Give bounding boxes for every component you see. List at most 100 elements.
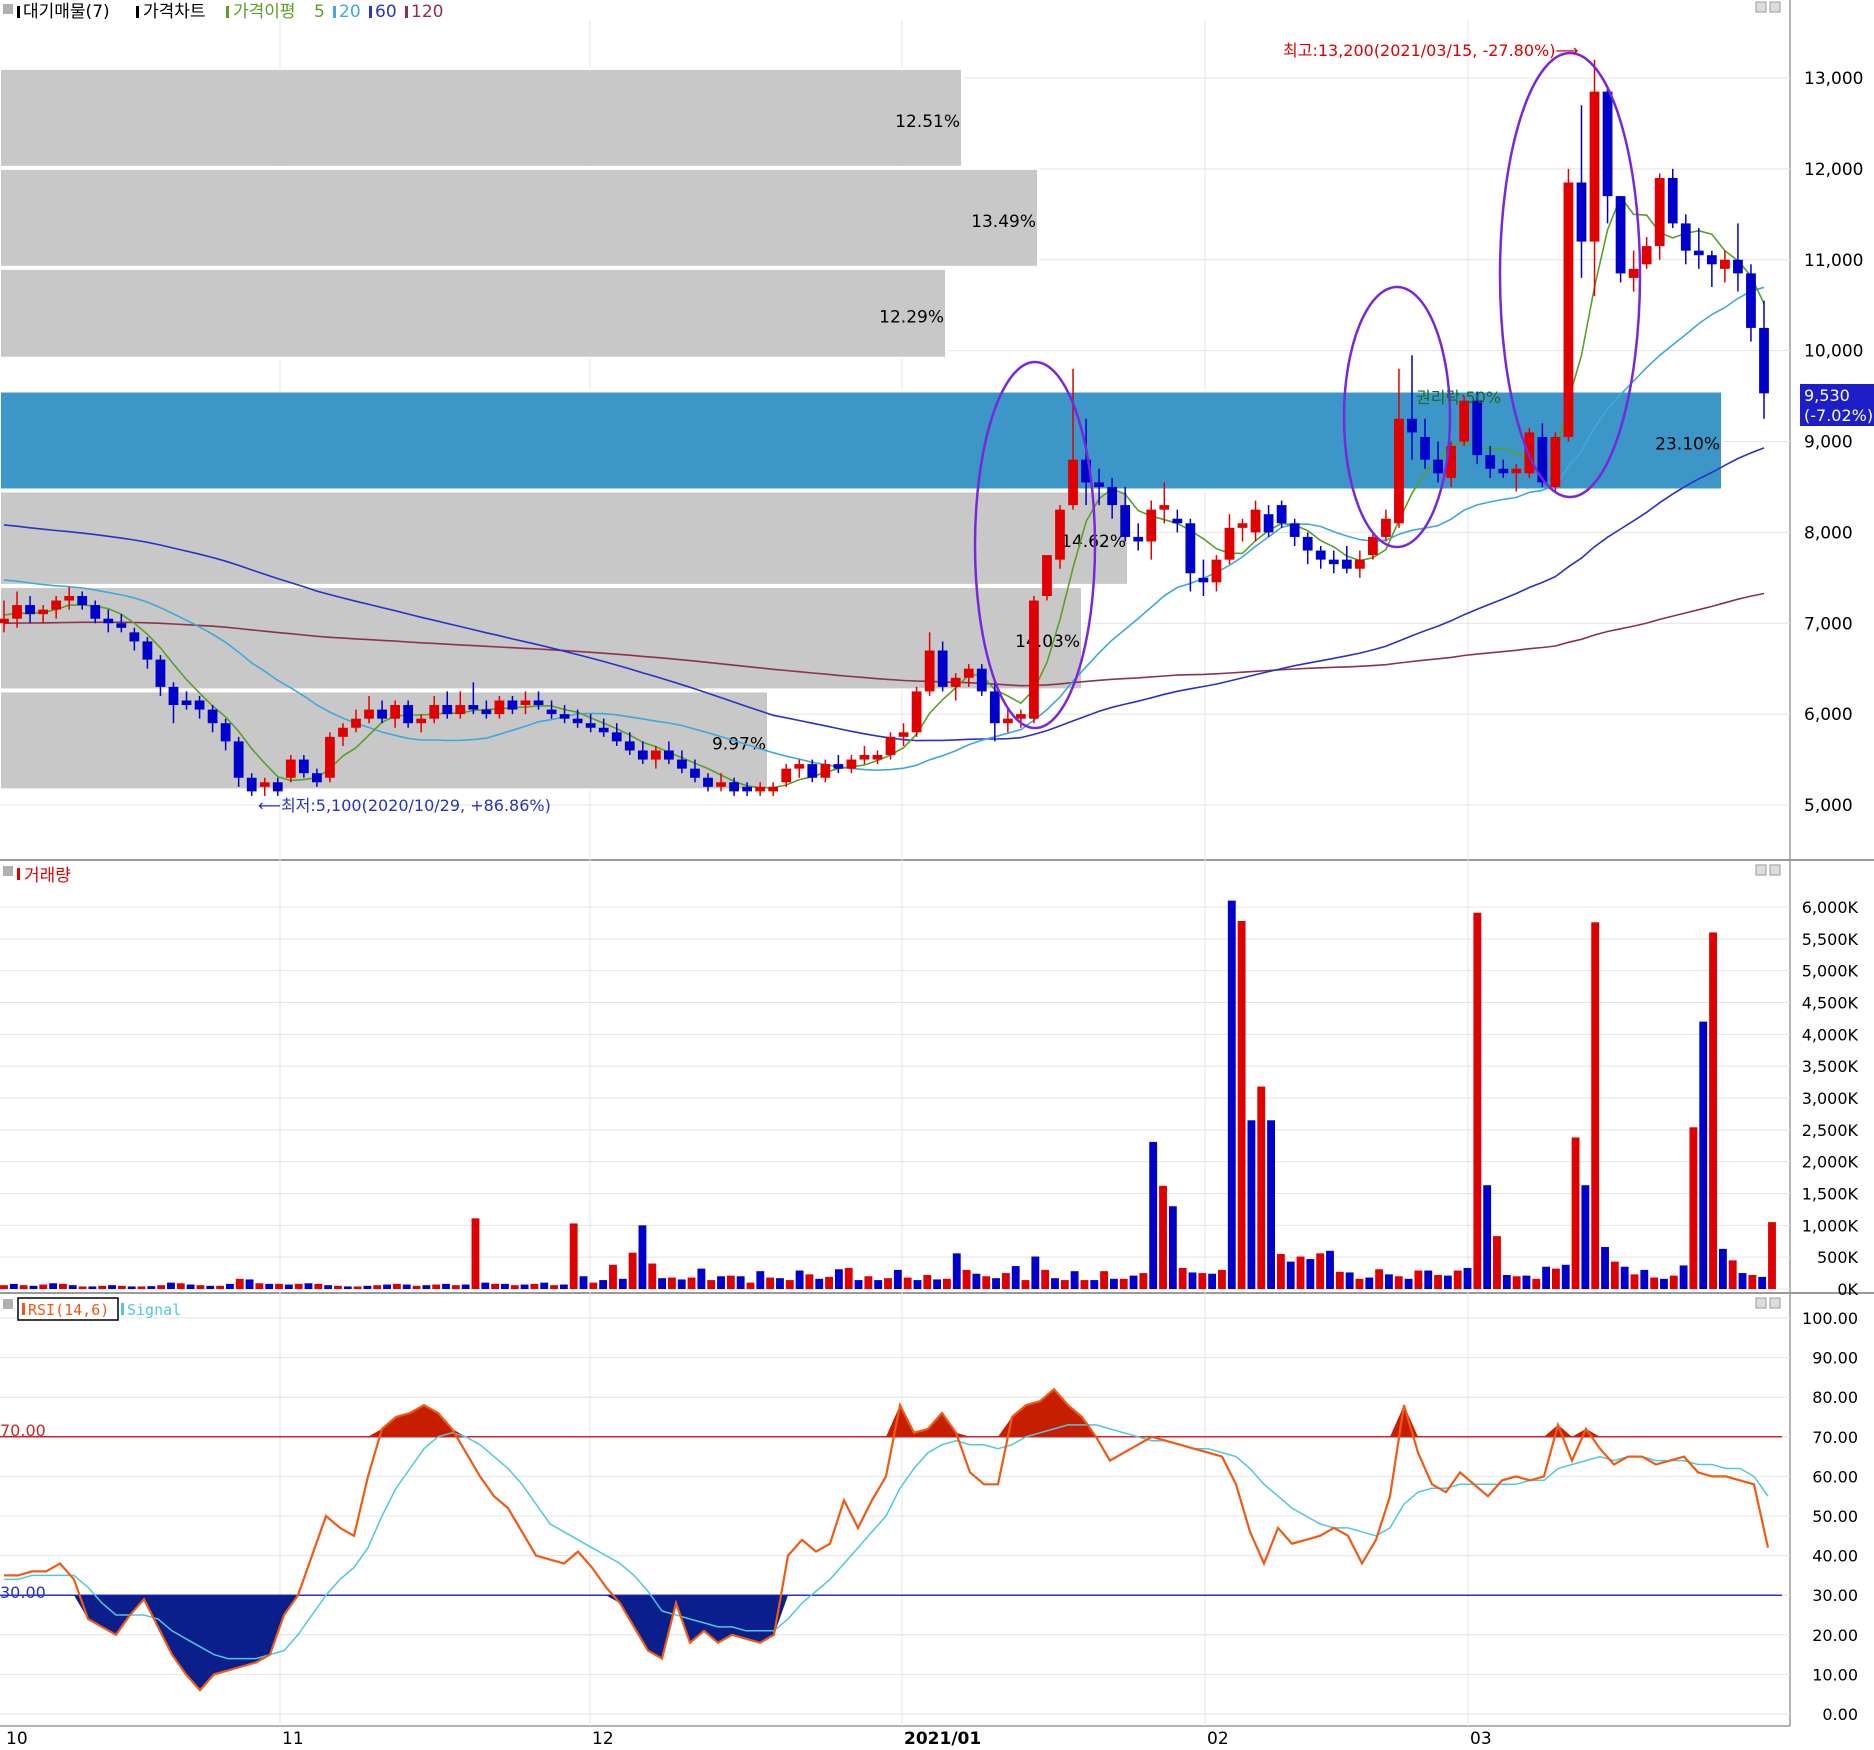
candle-body xyxy=(103,618,114,624)
price-close-icon[interactable] xyxy=(1769,1,1781,13)
volume-bar xyxy=(68,1285,77,1289)
volume-bar xyxy=(1748,1274,1757,1289)
volume-bar xyxy=(1453,1270,1462,1289)
candle-body xyxy=(116,623,127,628)
volume-bar xyxy=(422,1285,431,1289)
candle-body xyxy=(494,700,505,715)
volume-bar xyxy=(1483,1185,1492,1289)
candle-body xyxy=(1720,259,1730,269)
volume-bar xyxy=(805,1274,814,1289)
candle-body xyxy=(1589,91,1600,242)
candle-body xyxy=(429,705,440,719)
legend-price-chart[interactable]: 가격차트 xyxy=(143,2,206,22)
price-tick-label: 10,000 xyxy=(1804,342,1863,362)
candle-body xyxy=(1055,509,1065,560)
legend-rsi[interactable]: RSI(14,6) xyxy=(28,1301,109,1319)
volume-bar xyxy=(992,1278,1000,1289)
legend-ma60[interactable]: 60 xyxy=(375,2,397,22)
legend-ma20[interactable]: 20 xyxy=(339,2,361,22)
volume-bar xyxy=(78,1286,87,1289)
volume-bar xyxy=(766,1277,775,1289)
price-tick-label: 11,000 xyxy=(1804,251,1863,271)
candle-body xyxy=(703,777,713,787)
volume-bar xyxy=(1306,1259,1315,1289)
price-minimize-icon[interactable] xyxy=(1755,1,1767,13)
candle-body xyxy=(142,641,153,660)
legend-ma-prefix[interactable]: 가격이평 xyxy=(233,2,296,22)
volume-bar xyxy=(648,1263,657,1289)
candle-body xyxy=(1029,600,1039,719)
volume-tick-label: 4,500K xyxy=(1802,994,1859,1013)
candle-body xyxy=(1263,514,1274,533)
volume-bar xyxy=(451,1285,460,1289)
volume-bar xyxy=(1247,1120,1256,1289)
volume-bar xyxy=(707,1280,716,1289)
volume-bar xyxy=(1355,1278,1364,1289)
candle-body xyxy=(0,618,9,624)
legend-signal[interactable]: Signal xyxy=(127,1301,181,1319)
candle-body xyxy=(781,768,792,783)
volume-bar xyxy=(343,1286,352,1289)
volume-minimize-icon[interactable] xyxy=(1755,864,1767,876)
volume-bar xyxy=(1100,1271,1109,1289)
x-tick-label: 03 xyxy=(1470,1729,1492,1746)
volume-bar xyxy=(1237,921,1246,1289)
volume-bar xyxy=(677,1279,686,1289)
volume-bar xyxy=(1119,1278,1128,1289)
candle-body xyxy=(1250,509,1261,533)
candle-body xyxy=(911,691,922,733)
volume-bar xyxy=(510,1285,519,1289)
volume-bar xyxy=(903,1277,912,1289)
volume-bar xyxy=(1267,1120,1275,1289)
legend-ma5[interactable]: 5 xyxy=(314,2,325,22)
volume-bar xyxy=(1168,1206,1177,1289)
volume-bar xyxy=(1227,900,1236,1289)
candle-body xyxy=(729,782,739,792)
volume-bar xyxy=(1021,1280,1030,1289)
volume-bar xyxy=(304,1283,313,1289)
ex-rights-annotation: 권리락:50% xyxy=(1416,388,1501,407)
chart-canvas[interactable]: 12.51% 13.49% 12.29% 23.10% 14.62% 14.03% 9.97… xyxy=(0,0,1874,1749)
candle-body xyxy=(1341,559,1352,569)
volume-profile-label: 12.29% xyxy=(879,307,944,327)
candle-body xyxy=(1133,536,1144,542)
candle-body xyxy=(155,659,166,687)
volume-bar xyxy=(687,1277,696,1289)
candle-body xyxy=(989,691,1000,724)
candle-body xyxy=(755,786,766,792)
volume-bar xyxy=(1689,1127,1698,1289)
volume-bar xyxy=(785,1280,794,1289)
volume-bar xyxy=(1051,1278,1059,1289)
volume-bar xyxy=(255,1283,264,1289)
volume-bar xyxy=(1208,1273,1217,1289)
volume-bar xyxy=(864,1276,873,1289)
volume-bar xyxy=(88,1286,97,1289)
volume-profile-bar xyxy=(0,490,1129,586)
candle-body xyxy=(1328,559,1339,565)
volume-bar xyxy=(412,1285,421,1289)
candle-body xyxy=(468,705,479,710)
volume-bar xyxy=(746,1282,755,1289)
candle-body xyxy=(898,732,909,737)
volume-bar xyxy=(1414,1270,1423,1289)
volume-close-icon[interactable] xyxy=(1769,864,1781,876)
volume-bar xyxy=(874,1280,883,1289)
volume-bar xyxy=(1188,1272,1197,1289)
price-tick-label: 6,000 xyxy=(1804,705,1853,725)
candle-body xyxy=(650,750,661,760)
volume-bar xyxy=(1335,1271,1344,1289)
volume-bar xyxy=(1630,1274,1639,1289)
volume-bar xyxy=(1149,1141,1158,1289)
candle-body xyxy=(1094,482,1104,487)
volume-bar xyxy=(1522,1275,1531,1289)
legend-ma120[interactable]: 120 xyxy=(411,2,443,22)
legend-volume[interactable]: 거래량 xyxy=(24,866,71,886)
volume-tick-label: 500K xyxy=(1817,1248,1859,1267)
rsi-minimize-icon[interactable] xyxy=(1755,1297,1767,1309)
candle-body xyxy=(220,723,231,742)
volume-bar xyxy=(717,1276,725,1289)
rsi-close-icon[interactable] xyxy=(1769,1297,1781,1309)
legend-volume-profile[interactable]: 대기매물(7) xyxy=(23,2,110,22)
volume-bar xyxy=(923,1274,932,1289)
volume-profile-bar xyxy=(0,690,769,791)
